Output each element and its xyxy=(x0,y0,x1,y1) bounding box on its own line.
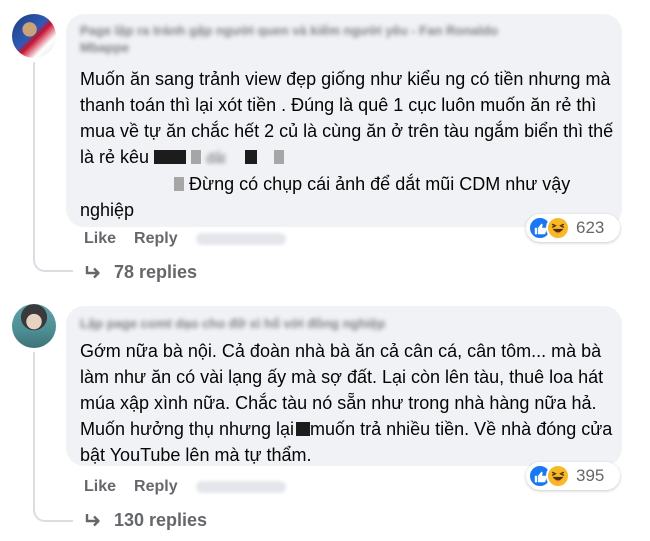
blurred-word: đắt xyxy=(206,150,226,166)
thread-connector xyxy=(33,250,73,272)
reaction-count: 395 xyxy=(576,466,605,485)
comment-actions: Like Reply xyxy=(84,478,286,496)
reply-arrow-icon xyxy=(85,265,100,278)
replies-count: 78 replies xyxy=(114,262,198,282)
avatar[interactable] xyxy=(12,14,56,58)
censor-block xyxy=(174,177,184,191)
timestamp[interactable] xyxy=(195,233,286,245)
view-replies-button[interactable]: 130 replies xyxy=(84,510,207,531)
comment-author[interactable]: Lập page comt dạo cho đỡ xì hổ với đồng … xyxy=(80,315,480,332)
comment-text: Gớm nữa bà nội. Cả đoàn nhà bà ăn cả cân… xyxy=(80,338,620,468)
censor-block xyxy=(154,150,187,164)
like-button[interactable]: Like xyxy=(84,478,116,496)
comment-bubble: Page lập ra tránh gặp người quen và kiếm… xyxy=(66,14,622,227)
thread-line xyxy=(33,352,35,502)
timestamp[interactable] xyxy=(195,481,286,493)
laughing-face-icon xyxy=(546,464,570,488)
censor-block xyxy=(244,150,257,164)
replies-count: 130 replies xyxy=(114,510,208,530)
reactions-summary[interactable]: 623 xyxy=(526,214,620,242)
reply-button[interactable]: Reply xyxy=(134,230,178,248)
laughing-face-icon xyxy=(546,216,570,240)
reaction-count: 623 xyxy=(576,218,605,237)
reply-arrow-icon xyxy=(85,513,100,526)
thread-connector xyxy=(33,500,73,522)
view-replies-button[interactable]: 78 replies xyxy=(84,262,197,283)
avatar[interactable] xyxy=(12,304,56,348)
comment-text-part: Đừng có chụp cái ảnh để dắt mũi CDM như … xyxy=(80,174,571,220)
comment-bubble: Lập page comt dạo cho đỡ xì hổ với đồng … xyxy=(66,306,622,466)
reactions-summary[interactable]: 395 xyxy=(526,462,620,490)
censor-block xyxy=(191,150,202,164)
censor-block xyxy=(296,422,311,436)
thread-line xyxy=(33,62,35,252)
comment-author[interactable]: Page lập ra tránh gặp người quen và kiếm… xyxy=(80,22,540,56)
comment-text: Muốn ăn sang trảnh view đẹp giống như ki… xyxy=(80,66,620,223)
censor-block xyxy=(273,150,284,164)
reply-button[interactable]: Reply xyxy=(134,478,178,496)
comment-actions: Like Reply xyxy=(84,230,286,248)
like-button[interactable]: Like xyxy=(84,230,116,248)
